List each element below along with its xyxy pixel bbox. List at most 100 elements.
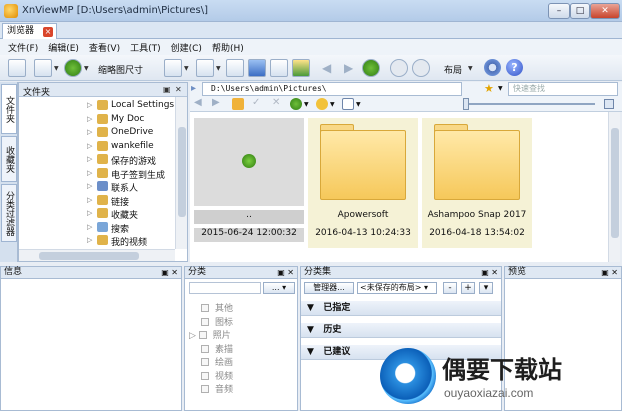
zoom-slider[interactable] (465, 103, 595, 105)
chevron-down-icon[interactable]: ▼ (468, 65, 473, 72)
chevron-down-icon[interactable]: ▼ (184, 65, 189, 72)
filter-icon[interactable] (316, 98, 328, 110)
scrollbar-thumb[interactable] (178, 127, 186, 217)
section-history[interactable]: ▼ 历史 (301, 323, 501, 338)
back-arrow-icon[interactable]: ◀ (194, 97, 202, 108)
remove-button[interactable]: - (443, 282, 457, 294)
minimize-button[interactable]: – (548, 3, 570, 19)
menu-edit[interactable]: 编辑(E) (44, 39, 85, 55)
category-item[interactable]: 图标 (201, 315, 233, 328)
tab-close-icon[interactable]: × (43, 27, 54, 37)
category-checkbox[interactable] (201, 358, 209, 366)
search-input[interactable]: 快速查找 (508, 82, 618, 96)
expand-arrow-icon[interactable]: ▷ (87, 169, 92, 177)
file-item-parent[interactable]: .. 2015-06-24 12:00:32 (194, 118, 304, 248)
path-input[interactable]: D:\Users\admin\Pictures\ (202, 82, 462, 96)
chevron-down-icon[interactable]: ▼ (498, 85, 503, 92)
folder-tree-item[interactable]: ▷ 搜索 (19, 221, 174, 235)
chevron-down-icon[interactable]: ▼ (216, 65, 221, 72)
menu-tools[interactable]: 工具(T) (126, 39, 167, 55)
expand-arrow-icon[interactable]: ▷ (87, 236, 92, 244)
folder-tree-item[interactable]: ▷ Local Settings (19, 99, 174, 112)
category-item[interactable]: 其他 (201, 301, 233, 314)
refresh-icon[interactable] (290, 98, 302, 110)
folder-tree-item[interactable]: ▷ My Doc (19, 113, 174, 126)
folder-tree-item[interactable]: ▷ 收藏夹 (19, 207, 174, 221)
layout-menu[interactable]: 布局 (444, 63, 462, 76)
view-mode-icon[interactable] (34, 59, 52, 77)
chevron-down-icon[interactable]: ▼ (84, 65, 89, 72)
fullscreen-icon[interactable] (8, 59, 26, 77)
filter-icon[interactable] (196, 59, 214, 77)
section-assigned[interactable]: ▼ 已指定 (301, 301, 501, 316)
expand-arrow-icon[interactable]: ▷ (87, 142, 92, 150)
folder-tree-item[interactable]: ▷ wankefile (19, 140, 174, 153)
chevron-down-icon[interactable]: ▼ (356, 101, 361, 108)
check-icon[interactable]: ✓ (252, 97, 260, 108)
category-item[interactable]: 音频 (201, 382, 233, 395)
horizontal-scrollbar[interactable] (19, 249, 175, 261)
category-checkbox[interactable] (198, 331, 207, 339)
grid-view-icon[interactable] (342, 98, 354, 110)
panel-controls[interactable]: ▣ ✕ (277, 267, 294, 278)
parent-folder-icon[interactable] (362, 59, 380, 77)
expand-arrow-icon[interactable]: ▷ (87, 196, 92, 204)
slideshow-icon[interactable] (292, 59, 310, 77)
category-checkbox[interactable] (201, 344, 209, 353)
expand-arrow-icon[interactable]: ▷ (87, 155, 92, 163)
expand-arrow-icon[interactable]: ▷ (189, 331, 199, 341)
forward-arrow-icon[interactable]: ▶ (212, 97, 220, 108)
category-checkbox[interactable] (201, 385, 209, 393)
menu-file[interactable]: 文件(F) (4, 39, 44, 55)
tab-folders[interactable]: 文件夹 (1, 84, 17, 134)
scrollbar-thumb[interactable] (39, 252, 139, 260)
expand-arrow-icon[interactable]: ▷ (87, 128, 92, 136)
layout-select[interactable]: <未保存的布局> ▾ (357, 282, 437, 294)
category-item[interactable]: 视频 (201, 369, 233, 382)
chevron-down-icon[interactable]: ▼ (330, 101, 335, 108)
zoom-slider-handle[interactable] (463, 98, 469, 110)
panel-controls[interactable]: ▣ ✕ (481, 267, 498, 278)
thumb-size-button[interactable]: 缩略图尺寸 (98, 63, 143, 76)
scrollbar-thumb[interactable] (611, 128, 619, 238)
back-arrow-icon[interactable]: ◀ (322, 61, 331, 75)
category-checkbox[interactable] (201, 304, 209, 312)
delete-icon[interactable]: ✕ (272, 97, 280, 108)
category-options-button[interactable]: ... ▾ (263, 282, 295, 294)
category-item[interactable]: 素描 (201, 342, 233, 355)
rotate-left-icon[interactable] (390, 59, 408, 77)
category-checkbox[interactable] (201, 371, 209, 380)
expand-arrow-icon[interactable]: ▷ (87, 223, 92, 231)
chevron-down-icon[interactable]: ▼ (54, 65, 59, 72)
folder-tree-item[interactable]: ▷ 我的视频 (19, 234, 174, 248)
vertical-scrollbar[interactable] (175, 97, 187, 249)
screenshot-icon[interactable] (270, 59, 288, 77)
menu-view[interactable]: 查看(V) (85, 39, 126, 55)
zoom-max-icon[interactable] (604, 99, 614, 109)
file-item-folder[interactable]: Ashampoo Snap 2017 2016-04-18 13:54:02 (422, 118, 532, 248)
folder-tree-item[interactable]: ▷ 联系人 (19, 180, 174, 194)
close-icon[interactable]: ✕ (175, 85, 182, 94)
expand-arrow-icon[interactable]: ▷ (87, 209, 92, 217)
panel-controls[interactable]: ▣ ✕ (161, 267, 178, 278)
tab-favorites[interactable]: 收藏夹 (1, 136, 17, 182)
close-window-button[interactable]: ✕ (590, 3, 620, 19)
star-icon[interactable]: ★ (484, 82, 494, 95)
new-folder-icon[interactable] (232, 98, 244, 110)
manager-button[interactable]: 管理器... (304, 282, 354, 294)
category-checkbox[interactable] (201, 317, 209, 326)
folder-tree-item[interactable]: ▷ OneDrive (19, 126, 174, 139)
chevron-down-icon[interactable]: ▼ (304, 101, 309, 108)
menu-help[interactable]: 帮助(H) (208, 39, 250, 55)
folder-tree-item[interactable]: ▷ 链接 (19, 194, 174, 208)
tab-category-filter[interactable]: 分类过滤器 (1, 184, 17, 242)
folder-tree-item[interactable]: ▷ 电子签到生成 (19, 167, 174, 181)
menu-create[interactable]: 创建(C) (167, 39, 208, 55)
add-button[interactable]: + (461, 282, 475, 294)
maximize-button[interactable]: □ (570, 3, 590, 19)
expand-arrow-icon[interactable]: ▷ (87, 182, 92, 190)
forward-arrow-icon[interactable]: ▶ (344, 61, 353, 75)
network-icon[interactable] (226, 59, 244, 77)
vertical-scrollbar[interactable] (608, 112, 620, 262)
gear-icon[interactable] (484, 59, 501, 76)
